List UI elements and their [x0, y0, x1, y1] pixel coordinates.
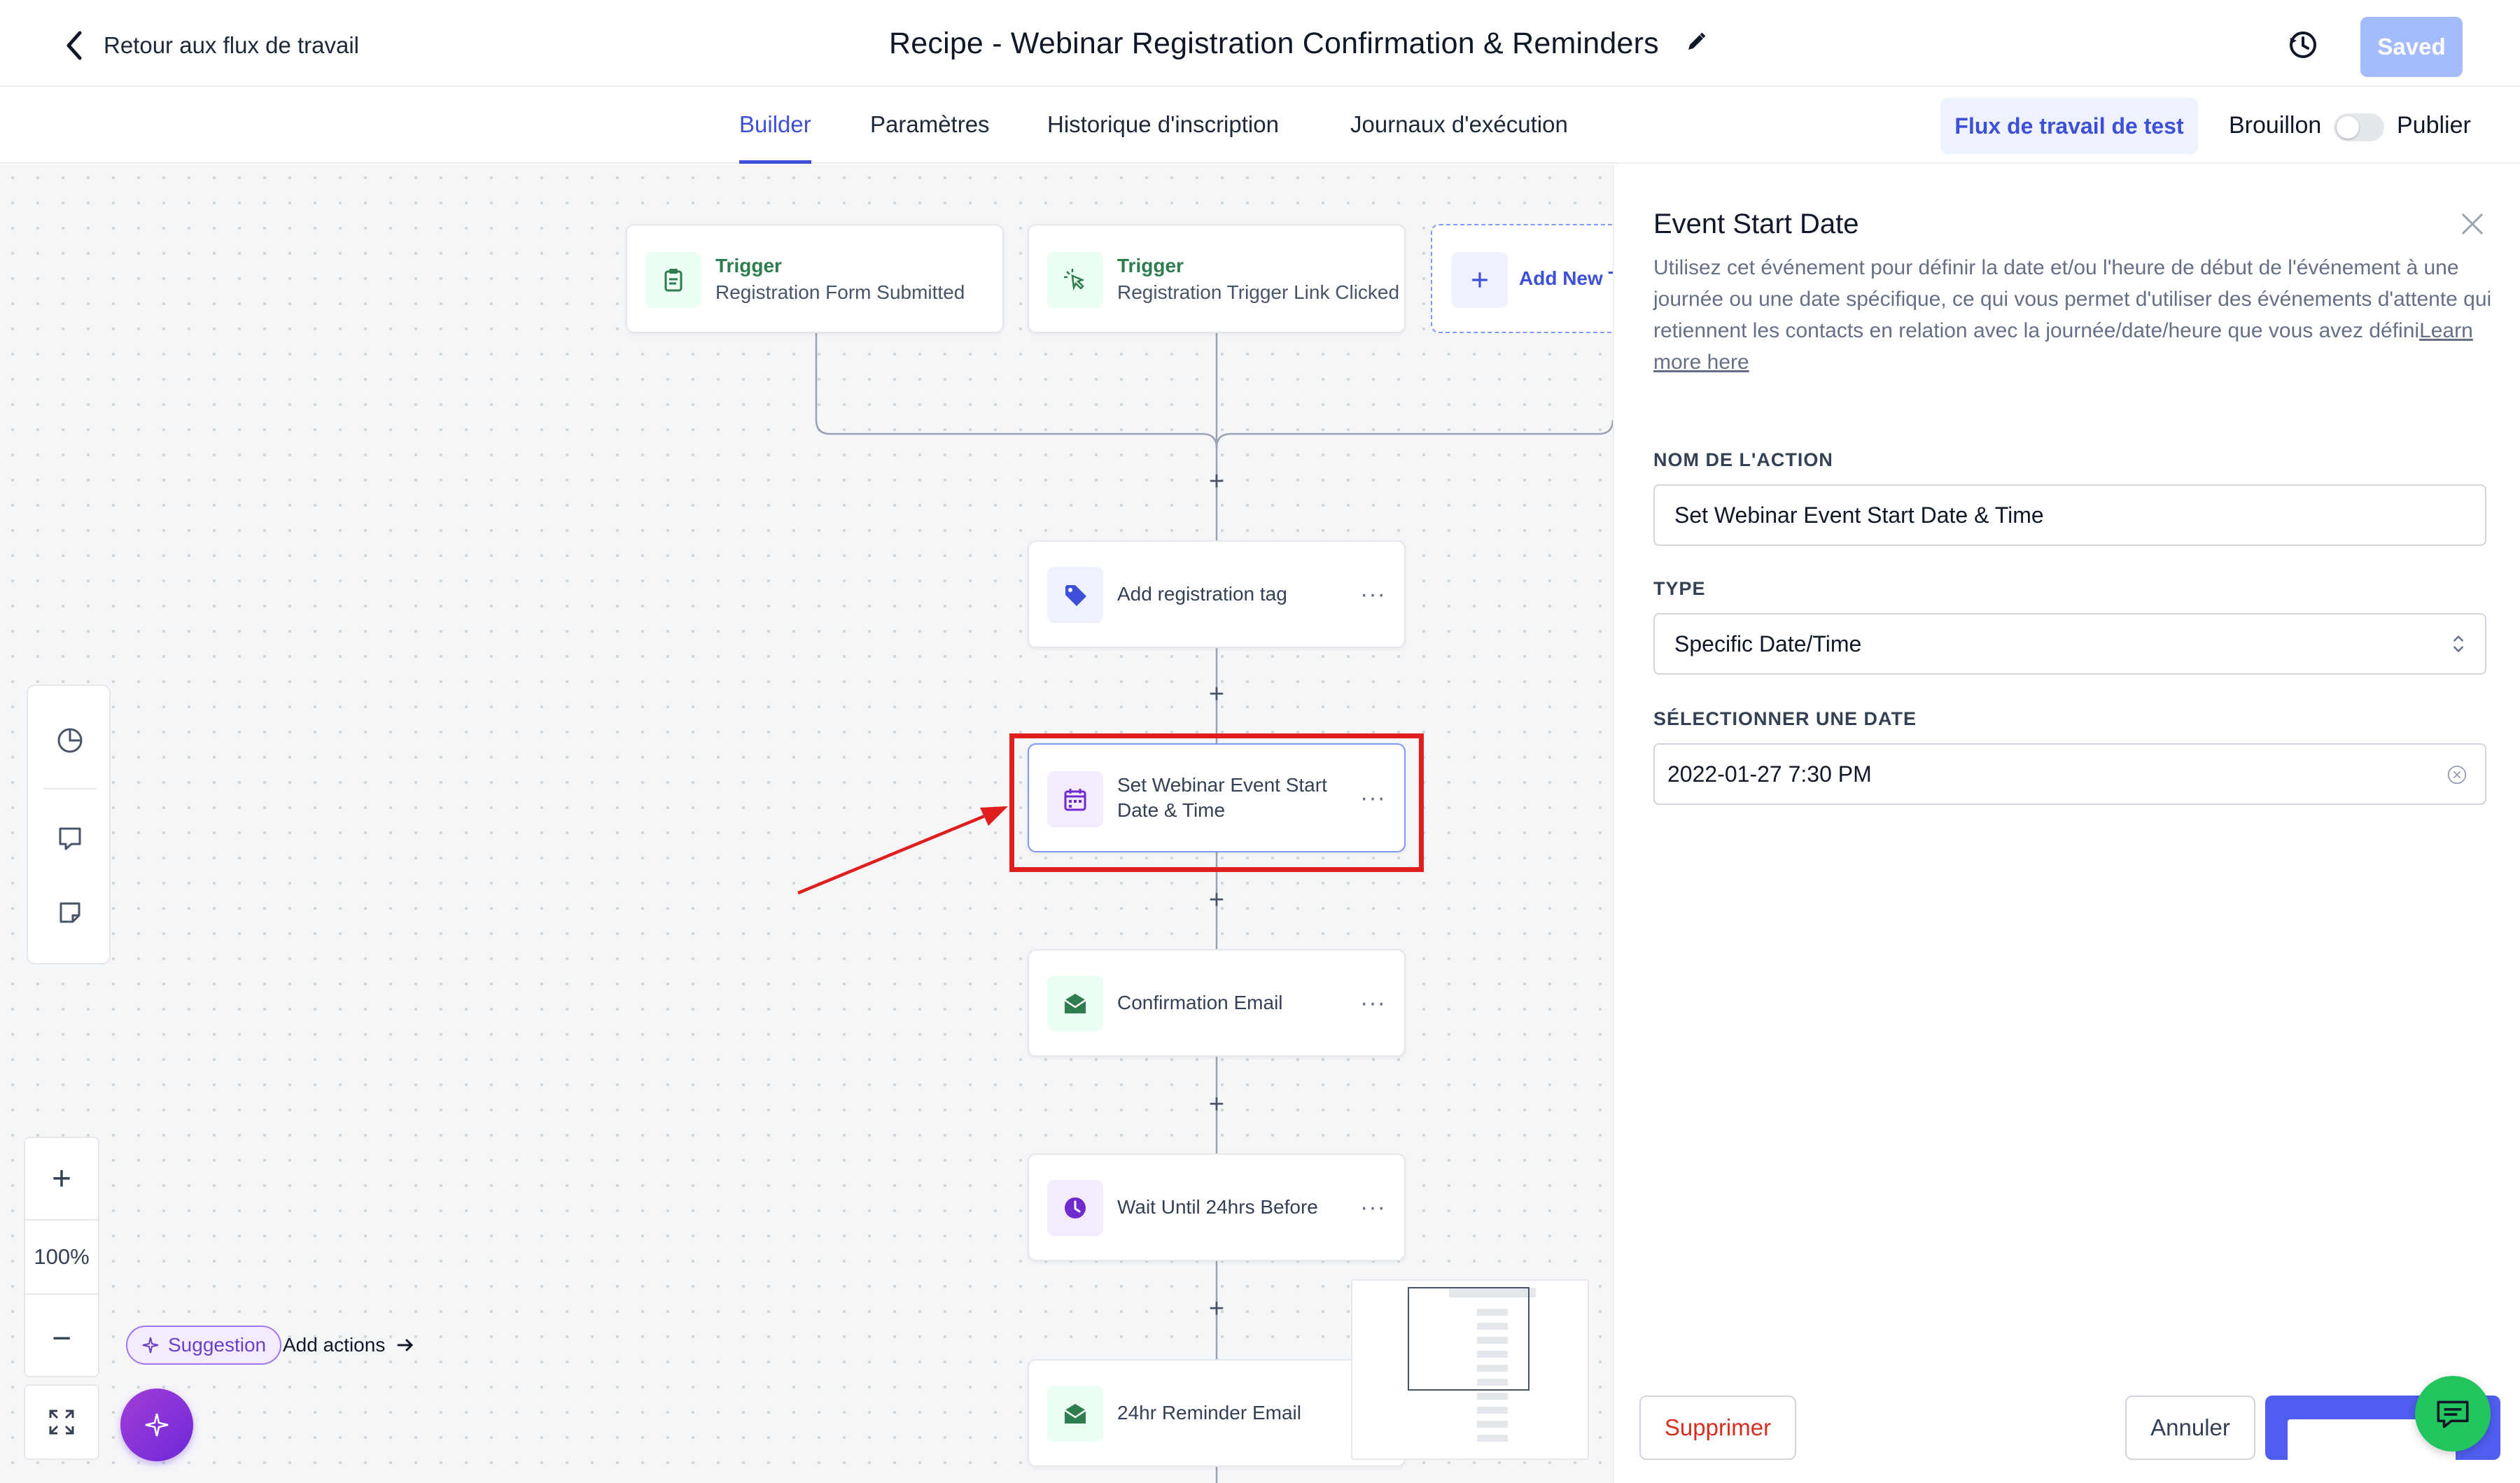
action-node[interactable]: Add registration tag ··· [1028, 540, 1406, 648]
panel-title: Event Start Date [1653, 209, 1859, 239]
suggestion-pill[interactable]: Suggestion [126, 1326, 282, 1365]
add-step-plus-icon[interactable]: + [1203, 1294, 1231, 1323]
canvas-side-toolbar [27, 684, 111, 964]
action-settings-panel: Event Start Date Utilisez cet événement … [1613, 165, 2520, 1483]
more-options-icon[interactable]: ··· [1360, 991, 1386, 1015]
add-actions-label: Add actions [283, 1334, 386, 1356]
tab-parametres[interactable]: Paramètres [870, 87, 990, 162]
email-icon [1047, 976, 1103, 1032]
sub-navigation: Builder Paramètres Historique d'inscript… [0, 87, 2520, 164]
chat-bubble-icon [2437, 1400, 2469, 1428]
workflow-canvas[interactable]: Trigger Registration Form Submitted Trig… [0, 165, 1613, 1483]
cursor-click-icon [1047, 252, 1103, 308]
test-workflow-button[interactable]: Flux de travail de test [1940, 98, 2198, 154]
add-trigger-label: Add New T [1519, 267, 1613, 289]
zoom-level: 100% [25, 1219, 98, 1295]
stats-pie-icon[interactable] [53, 724, 87, 757]
pencil-icon[interactable] [1684, 30, 1708, 57]
action-node[interactable]: 24hr Reminder Email [1028, 1359, 1406, 1467]
trigger-kicker: Trigger [715, 255, 782, 276]
panel-description: Utilisez cet événement pour définir la d… [1653, 252, 2493, 378]
comment-icon[interactable] [53, 822, 87, 855]
action-name-label: NOM DE L'ACTION [1653, 449, 1833, 470]
back-label: Retour aux flux de travail [104, 32, 360, 58]
type-label: TYPE [1653, 578, 1706, 599]
toolbar-divider [43, 788, 97, 789]
tab-historique-inscription[interactable]: Historique d'inscription [1047, 87, 1279, 162]
trigger-label: Registration Form Submitted [715, 281, 965, 303]
back-to-workflows-button[interactable]: Retour aux flux de travail [60, 25, 359, 66]
canvas-minimap[interactable] [1351, 1279, 1589, 1460]
type-select-value: Specific Date/Time [1674, 631, 1862, 656]
add-step-plus-icon[interactable]: + [1203, 680, 1231, 709]
date-value: 2022-01-27 7:30 PM [1667, 761, 1872, 787]
trigger-node[interactable]: Trigger Registration Trigger Link Clicke… [1028, 224, 1406, 333]
trigger-label: Registration Trigger Link Clicked [1117, 281, 1400, 303]
clipboard-icon [645, 252, 701, 308]
add-step-plus-icon[interactable]: + [1203, 467, 1231, 496]
plus-icon [1452, 252, 1508, 308]
add-actions-button[interactable]: Add actions [283, 1326, 416, 1365]
publish-toggle[interactable] [2334, 113, 2384, 141]
description-text: Utilisez cet événement pour définir la d… [1653, 256, 2492, 342]
select-updown-icon [2453, 635, 2464, 653]
arrow-right-icon [397, 1339, 414, 1351]
fit-view-button[interactable] [24, 1384, 99, 1460]
sparkle-icon [145, 1413, 169, 1437]
cancel-button[interactable]: Annuler [2125, 1396, 2255, 1460]
action-label: Wait Until 24hrs Before [1117, 1196, 1318, 1218]
email-icon [1047, 1386, 1103, 1442]
tag-icon [1047, 567, 1103, 623]
minimap-preview [1408, 1287, 1536, 1442]
action-name-input[interactable]: Set Webinar Event Start Date & Time [1653, 484, 2486, 546]
date-picker-input[interactable]: 2022-01-27 7:30 PM [1653, 743, 2486, 805]
action-node[interactable]: Confirmation Email ··· [1028, 949, 1406, 1057]
saved-button[interactable]: Saved [2360, 17, 2463, 77]
date-label: SÉLECTIONNER UNE DATE [1653, 708, 1917, 729]
toggle-knob [2337, 116, 2359, 139]
tab-builder[interactable]: Builder [739, 87, 811, 164]
suggestion-label: Suggestion [168, 1334, 267, 1356]
action-label: Confirmation Email [1117, 992, 1283, 1013]
chat-support-button[interactable] [2415, 1376, 2491, 1452]
clear-circle-icon[interactable] [2446, 764, 2468, 786]
history-icon[interactable] [2286, 28, 2320, 62]
more-options-icon[interactable]: ··· [1360, 1195, 1386, 1219]
publish-label: Publier [2397, 112, 2471, 139]
workflow-title-wrap: Recipe - Webinar Registration Confirmati… [889, 21, 1708, 66]
sparkle-icon [142, 1337, 159, 1354]
trigger-node[interactable]: Trigger Registration Form Submitted [626, 224, 1004, 333]
add-step-plus-icon[interactable]: + [1203, 885, 1231, 915]
sticky-note-icon[interactable] [53, 896, 87, 929]
chevron-left-icon [66, 31, 82, 60]
delete-button[interactable]: Supprimer [1639, 1396, 1796, 1460]
trigger-kicker: Trigger [1117, 255, 1184, 276]
action-node[interactable]: Wait Until 24hrs Before ··· [1028, 1153, 1406, 1261]
zoom-in-button[interactable]: + [25, 1141, 98, 1216]
close-icon[interactable] [2458, 210, 2486, 238]
zoom-out-button[interactable]: − [25, 1300, 98, 1376]
ai-assistant-button[interactable] [120, 1389, 193, 1461]
highlight-annotation-box [1009, 733, 1424, 872]
action-label: Add registration tag [1117, 583, 1287, 605]
type-select[interactable]: Specific Date/Time [1653, 613, 2486, 675]
zoom-controls: + 100% − [24, 1137, 99, 1377]
draft-label: Brouillon [2229, 112, 2322, 139]
add-new-trigger-button[interactable]: Add New T [1431, 224, 1613, 333]
clock-icon [1047, 1180, 1103, 1236]
add-step-plus-icon[interactable]: + [1203, 1090, 1231, 1119]
top-bar: Retour aux flux de travail Recipe - Webi… [0, 0, 2520, 87]
action-label: 24hr Reminder Email [1117, 1402, 1301, 1424]
more-options-icon[interactable]: ··· [1360, 582, 1386, 606]
expand-icon [49, 1410, 74, 1435]
tab-journaux-execution[interactable]: Journaux d'exécution [1350, 87, 1568, 162]
workflow-title: Recipe - Webinar Registration Confirmati… [889, 26, 1659, 60]
